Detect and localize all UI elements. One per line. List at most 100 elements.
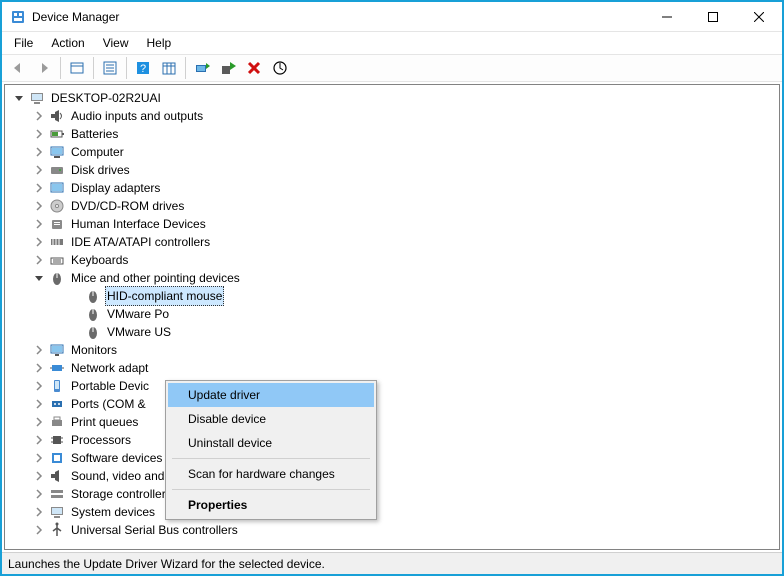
expand-icon[interactable] <box>33 434 45 446</box>
mouse-icon <box>85 306 101 322</box>
maximize-button[interactable] <box>690 2 736 32</box>
category-label: DVD/CD-ROM drives <box>69 197 186 215</box>
tree-category[interactable]: Storage controllers <box>9 485 775 503</box>
expand-icon[interactable] <box>33 236 45 248</box>
expand-icon[interactable] <box>33 470 45 482</box>
ctx-scan-hardware[interactable]: Scan for hardware changes <box>168 462 374 486</box>
uninstall-button[interactable] <box>242 56 266 80</box>
ctx-properties[interactable]: Properties <box>168 493 374 517</box>
expand-icon[interactable] <box>33 488 45 500</box>
category-label: Disk drives <box>69 161 132 179</box>
category-label: System devices <box>69 503 157 521</box>
expand-icon[interactable] <box>33 254 45 266</box>
expand-icon[interactable] <box>33 416 45 428</box>
back-button[interactable] <box>6 56 30 80</box>
device-label: HID-compliant mouse <box>105 286 224 306</box>
collapse-icon[interactable] <box>13 92 25 104</box>
device-category-icon <box>49 270 65 286</box>
tree-device[interactable]: VMware Po <box>9 305 775 323</box>
expand-icon[interactable] <box>33 146 45 158</box>
menu-view[interactable]: View <box>95 34 137 52</box>
enable-button[interactable] <box>216 56 240 80</box>
tree-category[interactable]: Network adapt <box>9 359 775 377</box>
tree-category[interactable]: Computer <box>9 143 775 161</box>
expand-icon[interactable] <box>33 398 45 410</box>
tree-category[interactable]: Processors <box>9 431 775 449</box>
tree-device[interactable]: VMware US <box>9 323 775 341</box>
collapse-icon[interactable] <box>33 272 45 284</box>
ctx-uninstall-device[interactable]: Uninstall device <box>168 431 374 455</box>
ctx-update-driver[interactable]: Update driver <box>168 383 374 407</box>
tree-category[interactable]: Software devices <box>9 449 775 467</box>
device-category-icon <box>49 252 65 268</box>
device-category-icon <box>49 234 65 250</box>
category-label: Batteries <box>69 125 120 143</box>
tree-category[interactable]: Portable Devic <box>9 377 775 395</box>
category-label: Audio inputs and outputs <box>69 107 205 125</box>
tree-category[interactable]: Batteries <box>9 125 775 143</box>
category-label: Display adapters <box>69 179 162 197</box>
expand-icon[interactable] <box>33 506 45 518</box>
expand-icon[interactable] <box>33 218 45 230</box>
toolbar-separator <box>185 57 186 79</box>
tree-root[interactable]: DESKTOP-02R2UAI <box>9 89 775 107</box>
tree-category[interactable]: Audio inputs and outputs <box>9 107 775 125</box>
expand-icon[interactable] <box>33 362 45 374</box>
tree-category[interactable]: System devices <box>9 503 775 521</box>
device-category-icon <box>49 108 65 124</box>
properties-button[interactable] <box>98 56 122 80</box>
toolbar-separator <box>93 57 94 79</box>
tree-category[interactable]: Sound, video and game controllers <box>9 467 775 485</box>
category-label: IDE ATA/ATAPI controllers <box>69 233 212 251</box>
tree-device[interactable]: HID-compliant mouse <box>9 287 775 305</box>
tree-category[interactable]: Display adapters <box>9 179 775 197</box>
tree-category[interactable]: Mice and other pointing devices <box>9 269 775 287</box>
forward-button[interactable] <box>32 56 56 80</box>
scan-button[interactable] <box>268 56 292 80</box>
show-hide-tree-button[interactable] <box>65 56 89 80</box>
tree-category[interactable]: Keyboards <box>9 251 775 269</box>
device-tree[interactable]: DESKTOP-02R2UAI Audio inputs and outputs… <box>4 84 780 550</box>
expand-icon[interactable] <box>33 200 45 212</box>
tree-category[interactable]: Monitors <box>9 341 775 359</box>
window-title: Device Manager <box>32 10 644 24</box>
menu-help[interactable]: Help <box>139 34 180 52</box>
tree-category[interactable]: Ports (COM & <box>9 395 775 413</box>
toolbar: ? <box>2 54 782 82</box>
device-category-icon <box>49 432 65 448</box>
titlebar: Device Manager <box>2 2 782 32</box>
menu-action[interactable]: Action <box>43 34 92 52</box>
close-button[interactable] <box>736 2 782 32</box>
app-icon <box>10 9 26 25</box>
update-driver-button[interactable] <box>190 56 214 80</box>
category-label: Print queues <box>69 413 140 431</box>
expand-icon[interactable] <box>33 110 45 122</box>
expand-icon[interactable] <box>33 128 45 140</box>
help-button[interactable]: ? <box>131 56 155 80</box>
device-category-icon <box>49 486 65 502</box>
tree-category[interactable]: Disk drives <box>9 161 775 179</box>
device-category-icon <box>49 126 65 142</box>
tree-category[interactable]: Human Interface Devices <box>9 215 775 233</box>
expand-icon[interactable] <box>33 524 45 536</box>
category-label: Monitors <box>69 341 119 359</box>
expand-icon[interactable] <box>33 182 45 194</box>
category-label: Software devices <box>69 449 164 467</box>
tree-category[interactable]: DVD/CD-ROM drives <box>9 197 775 215</box>
calendar-button[interactable] <box>157 56 181 80</box>
expand-icon[interactable] <box>33 452 45 464</box>
expand-icon[interactable] <box>33 164 45 176</box>
minimize-button[interactable] <box>644 2 690 32</box>
device-label: VMware US <box>105 323 173 341</box>
ctx-disable-device[interactable]: Disable device <box>168 407 374 431</box>
device-category-icon <box>49 414 65 430</box>
expand-icon[interactable] <box>33 344 45 356</box>
menu-file[interactable]: File <box>6 34 41 52</box>
device-category-icon <box>49 378 65 394</box>
tree-category[interactable]: IDE ATA/ATAPI controllers <box>9 233 775 251</box>
status-text: Launches the Update Driver Wizard for th… <box>8 557 325 571</box>
expand-icon[interactable] <box>33 380 45 392</box>
tree-category[interactable]: Universal Serial Bus controllers <box>9 521 775 539</box>
tree-category[interactable]: Print queues <box>9 413 775 431</box>
category-label: Human Interface Devices <box>69 215 208 233</box>
